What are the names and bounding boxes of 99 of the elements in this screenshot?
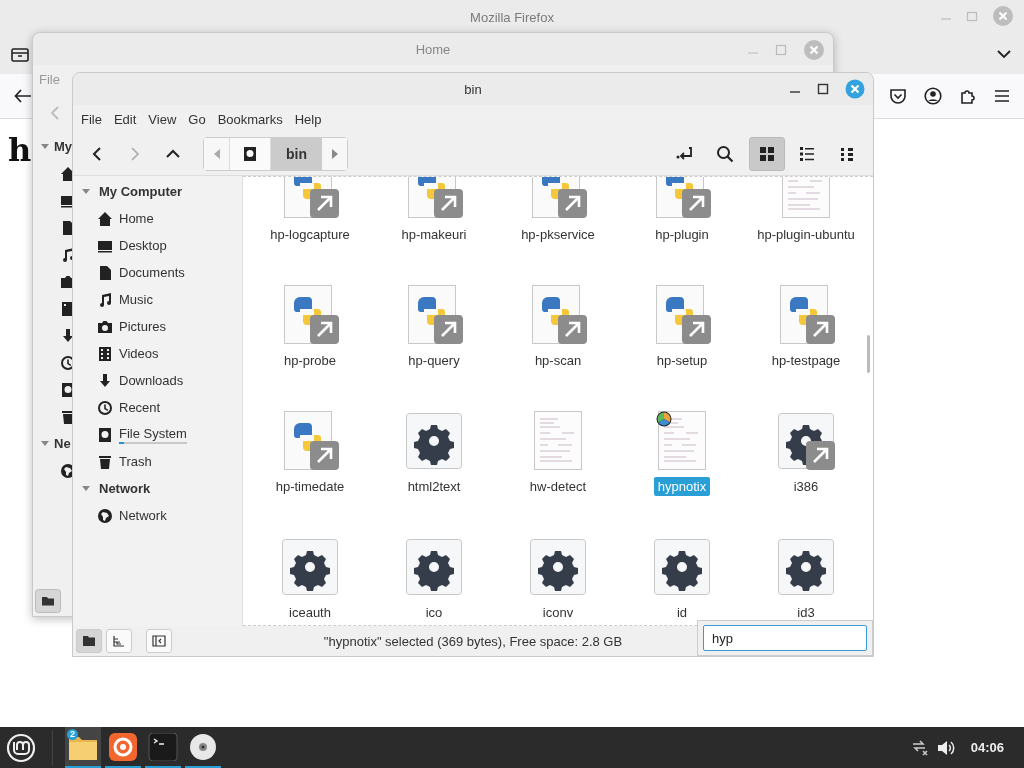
menu-item[interactable]: Help	[288, 111, 328, 127]
location-toggle-icon[interactable]	[676, 146, 694, 162]
file-name[interactable]: hp-pkservice	[517, 225, 599, 244]
file-name[interactable]: i386	[789, 477, 823, 496]
places-button[interactable]	[76, 629, 102, 653]
page-heading: h	[8, 131, 32, 169]
grid-icon	[759, 146, 775, 162]
account-icon[interactable]	[924, 87, 942, 105]
gear-icon[interactable]	[404, 411, 464, 471]
menu-item[interactable]: Bookmarks	[211, 111, 289, 127]
network-disconnected-icon[interactable]	[910, 739, 929, 756]
icons-view-button[interactable]	[749, 137, 785, 171]
file-name[interactable]: hp-makeuri	[397, 225, 471, 244]
disc-icon	[188, 732, 218, 761]
window-title: bin	[464, 81, 482, 97]
downloads-icon	[97, 372, 113, 389]
sidebar-item[interactable]: Recent	[119, 400, 161, 415]
file-name[interactable]: id	[672, 603, 692, 622]
file-name[interactable]: hw-detect	[525, 477, 591, 496]
section-heading: Network	[99, 481, 151, 496]
mint-menu-icon[interactable]	[6, 732, 36, 763]
menu-item[interactable]: View	[142, 111, 183, 127]
section-heading: Ne	[54, 436, 71, 451]
puzzle-icon[interactable]	[959, 87, 977, 105]
search-field[interactable]: hyp	[703, 625, 867, 651]
usage-bar	[119, 441, 187, 444]
chevron-down-icon[interactable]	[996, 49, 1012, 59]
sidebar-item[interactable]: File System	[119, 425, 187, 441]
menu-icon[interactable]	[994, 89, 1010, 103]
menu-item[interactable]: File	[75, 111, 108, 127]
file-name[interactable]: iceauth	[285, 603, 335, 622]
triangle-right-icon	[330, 148, 339, 160]
back-arrow-icon[interactable]	[14, 89, 32, 103]
volume-icon[interactable]	[936, 739, 955, 756]
videos-icon	[97, 345, 113, 362]
file-name[interactable]: hp-plugin	[651, 225, 713, 244]
folder-icon	[82, 635, 96, 647]
tab-list-icon[interactable]	[11, 46, 29, 62]
network-icon	[97, 507, 113, 524]
section-heading: My	[54, 139, 73, 154]
file-name[interactable]: hp-testpage	[767, 351, 845, 370]
sidebar-item[interactable]: Trash	[119, 454, 152, 469]
section-heading: My Computer	[99, 184, 183, 199]
maximize-icon[interactable]	[817, 83, 829, 95]
gear-icon[interactable]	[404, 537, 464, 597]
path-crumb[interactable]: bin	[270, 138, 322, 170]
music-icon	[97, 291, 113, 308]
file-name[interactable]: hp-timedate	[271, 477, 349, 496]
tree-icon	[112, 635, 126, 647]
gear-icon[interactable]	[528, 537, 588, 597]
file-name[interactable]: hp-setup	[652, 351, 712, 370]
window-count-badge: 2	[67, 729, 78, 740]
home-icon	[97, 210, 113, 227]
search-icon[interactable]	[716, 145, 734, 163]
file-name[interactable]: hp-probe	[279, 351, 340, 370]
file-name[interactable]: iconv	[538, 603, 578, 622]
sidebar-item[interactable]: Videos	[119, 346, 159, 361]
sidebar-toggle-icon	[152, 635, 166, 647]
triangle-left-icon	[212, 148, 221, 160]
clock[interactable]: 04:06	[970, 740, 1004, 755]
sidebar-item[interactable]: Downloads	[119, 373, 184, 388]
sidebar-item[interactable]: Home	[119, 211, 154, 226]
window-title: Mozilla Firefox	[470, 9, 554, 25]
scrollbar-thumb[interactable]	[867, 335, 870, 373]
close-icon[interactable]	[845, 79, 865, 99]
recent-icon	[97, 399, 113, 416]
gear-icon[interactable]	[652, 537, 712, 597]
shield-icon[interactable]	[889, 87, 907, 105]
sidebar-item[interactable]: Pictures	[119, 319, 166, 334]
drive-icon	[97, 426, 113, 443]
gear-icon[interactable]	[280, 537, 340, 597]
file-name[interactable]: hp-query	[404, 351, 464, 370]
file-name[interactable]: hp-plugin-ubuntu	[753, 225, 859, 244]
sidebar-button[interactable]	[146, 629, 172, 653]
sidebar-item[interactable]: Network	[119, 508, 167, 523]
file-name[interactable]: hp-scan	[530, 351, 586, 370]
gear-icon[interactable]	[776, 537, 836, 597]
trash-icon	[97, 453, 113, 470]
terminal-icon	[148, 732, 178, 761]
browser-icon	[108, 732, 138, 761]
menu-item[interactable]: Go	[182, 111, 212, 127]
gear-icon[interactable]	[776, 411, 836, 471]
sidebar-item[interactable]: Music	[119, 292, 153, 307]
status-text: "hypnotix" selected (369 bytes), Free space: 2.8 GB	[323, 633, 623, 649]
sidebar-item[interactable]: Desktop	[119, 238, 167, 253]
folder-button[interactable]	[35, 589, 61, 613]
tree-button[interactable]	[106, 629, 132, 653]
window-title: Home	[415, 41, 451, 57]
menu-item[interactable]: Edit	[107, 111, 143, 127]
list-icon	[799, 146, 815, 162]
drive-icon	[242, 146, 258, 162]
file-name[interactable]: html2text	[403, 477, 465, 496]
file-name[interactable]: ico	[421, 603, 447, 622]
pictures-icon	[97, 318, 113, 335]
documents-icon	[97, 264, 113, 281]
compact-list-icon	[839, 146, 855, 162]
file-name[interactable]: hp-logcapture	[266, 225, 354, 244]
sidebar-item[interactable]: Documents	[119, 265, 185, 280]
file-name[interactable]: id3	[793, 603, 819, 622]
